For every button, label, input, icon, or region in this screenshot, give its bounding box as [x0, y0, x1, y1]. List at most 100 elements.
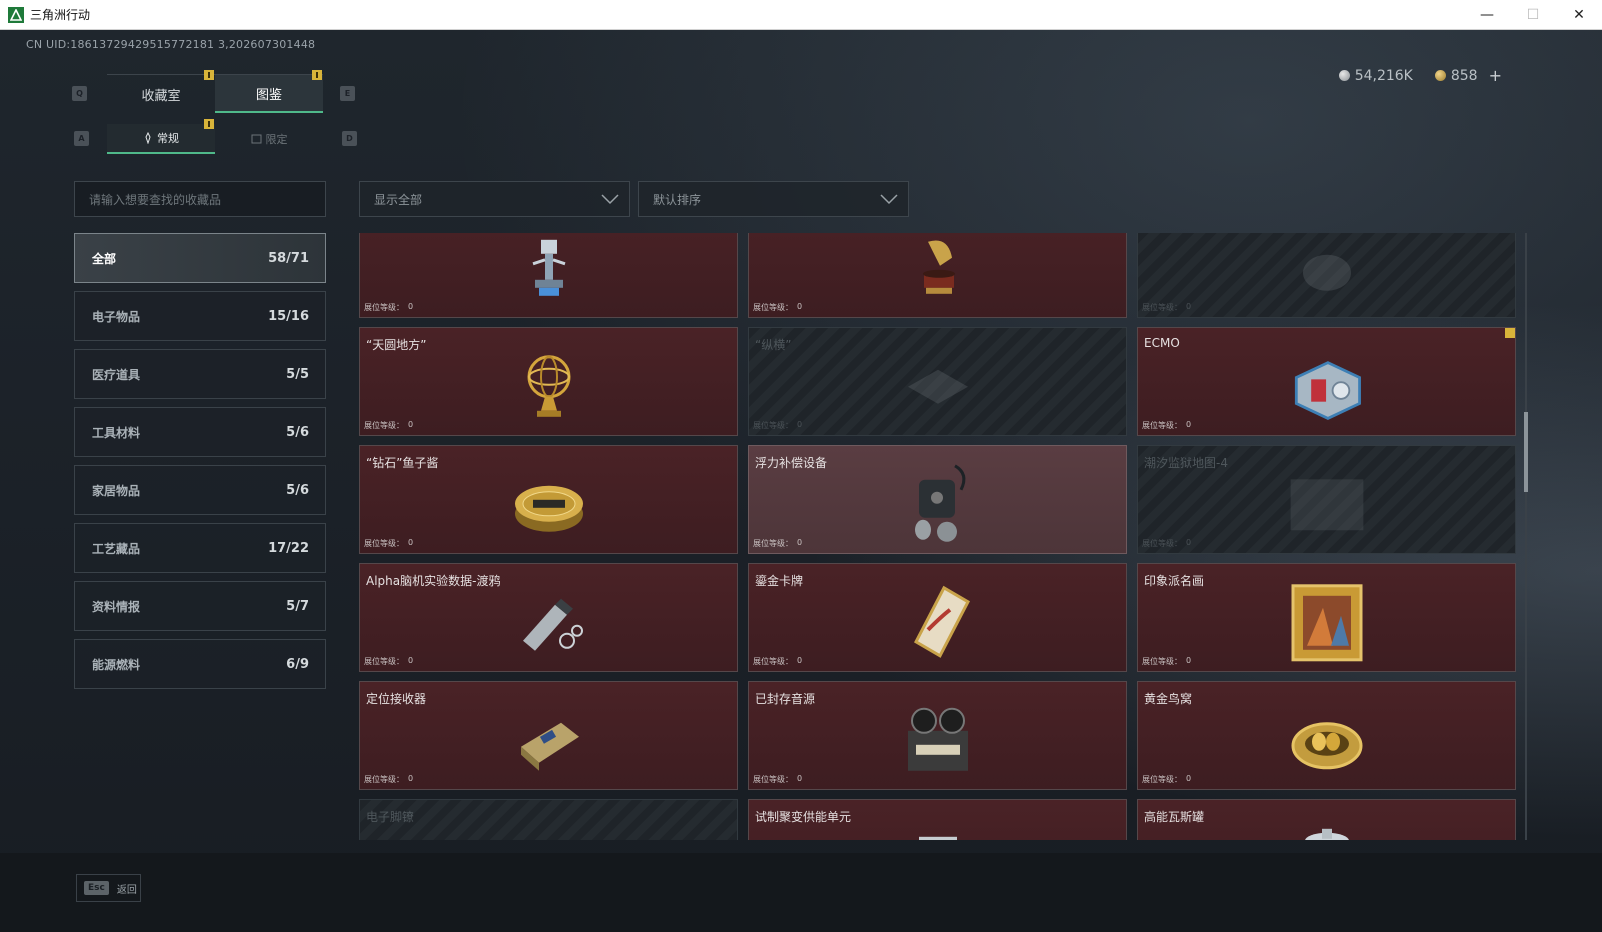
collection-card[interactable]: 展位等级： 0	[1137, 233, 1516, 318]
booth-level-label: 展位等级：	[1142, 657, 1182, 666]
silver-coin-icon	[1338, 70, 1350, 81]
tab-label: 图鉴	[255, 87, 282, 103]
collection-card[interactable]: “钻石”鱼子酱 展位等级： 0	[359, 445, 738, 554]
collection-card[interactable]: 已封存音源 展位等级： 0	[748, 681, 1127, 790]
booth-level: 展位等级： 0	[364, 302, 413, 313]
booth-level: 展位等级： 0	[364, 774, 413, 785]
category-intel[interactable]: 资料情报 5/7	[74, 581, 326, 631]
booth-level: 展位等级： 0	[753, 420, 802, 431]
collection-card[interactable]: 黄金鸟窝 展位等级： 0	[1137, 681, 1516, 790]
collection-card[interactable]: “天圆地方” 展位等级： 0	[359, 327, 738, 436]
category-crafts[interactable]: 工艺藏品 17/22	[74, 523, 326, 573]
scrollbar-thumb[interactable]	[1524, 412, 1528, 492]
gas-canister-icon	[1287, 818, 1367, 840]
collection-card[interactable]: 电子脚镣	[359, 799, 738, 840]
category-electronics[interactable]: 电子物品 15/16	[74, 291, 326, 341]
booth-level-label: 展位等级：	[1142, 421, 1182, 430]
booth-level-value: 0	[797, 538, 803, 547]
booth-level: 展位等级： 0	[753, 774, 802, 785]
collection-card[interactable]: 试制聚变供能单元	[748, 799, 1127, 840]
maximize-button[interactable]: ☐	[1510, 0, 1556, 30]
item-name: 定位接收器	[366, 692, 427, 706]
booth-level-label: 展位等级：	[1142, 303, 1182, 312]
booth-level: 展位等级： 0	[1142, 420, 1191, 431]
booth-level-value: 0	[797, 774, 803, 783]
tab-regular[interactable]: 常规	[107, 119, 215, 154]
fusion-unit-icon	[898, 818, 978, 840]
category-list: 全部 58/71 电子物品 15/16 医疗道具 5/5 工具材料 5/6 家居…	[74, 233, 326, 697]
category-household[interactable]: 家居物品 5/6	[74, 465, 326, 515]
booth-level-label: 展位等级：	[1142, 775, 1182, 784]
item-name: 电子脚镣	[366, 810, 415, 824]
category-medical[interactable]: 医疗道具 5/5	[74, 349, 326, 399]
back-button[interactable]: Esc 返回	[76, 874, 141, 902]
booth-level-label: 展位等级：	[753, 775, 793, 784]
item-name: Alpha脑机实验数据-渡鸦	[366, 574, 501, 588]
collection-card[interactable]: 展位等级： 0	[359, 233, 738, 318]
booth-level: 展位等级： 0	[364, 420, 413, 431]
tab-limited[interactable]: 限定	[215, 124, 323, 154]
collection-card[interactable]: 高能瓦斯罐	[1137, 799, 1516, 840]
collection-card[interactable]: 浮力补偿设备 展位等级： 0	[748, 445, 1127, 554]
caviar-tin-icon	[509, 464, 589, 544]
collection-card[interactable]: 定位接收器展位等级： 0	[359, 681, 738, 790]
collection-card[interactable]: “纵横” 展位等级： 0	[748, 327, 1127, 436]
booth-level: 展位等级： 0	[1142, 302, 1191, 313]
category-all[interactable]: 全部 58/71	[74, 233, 326, 283]
booth-level-value: 0	[1186, 774, 1192, 783]
tab-collection-room[interactable]: 收藏室	[107, 70, 215, 113]
category-energy[interactable]: 能源燃料 6/9	[74, 639, 326, 689]
sort-value: 默认排序	[653, 192, 702, 207]
currency-bar: 54,216K 858 +	[1338, 66, 1502, 85]
booth-level-label: 展位等级：	[364, 775, 404, 784]
category-label: 工具材料	[92, 425, 141, 440]
chessboard-icon	[898, 346, 978, 426]
category-label: 电子物品	[92, 309, 141, 324]
minimize-button[interactable]: —	[1464, 0, 1510, 30]
item-name: 潮汐监狱地图-4	[1144, 456, 1228, 470]
booth-level-value: 0	[797, 420, 803, 429]
painting-icon	[1287, 582, 1367, 662]
sort-dropdown[interactable]: 默认排序	[638, 181, 909, 217]
booth-level: 展位等级： 0	[1142, 656, 1191, 667]
add-currency-button[interactable]: +	[1489, 66, 1502, 85]
map-icon	[1287, 464, 1367, 544]
tab-codex[interactable]: 图鉴	[215, 70, 323, 113]
filter-dropdown[interactable]: 显示全部	[359, 181, 630, 217]
robot-icon	[509, 233, 589, 308]
item-name: 浮力补偿设备	[755, 456, 828, 470]
bottom-bar	[0, 853, 1602, 932]
window-titlebar: 三角洲行动 — ☐ ✕	[0, 0, 1602, 30]
gilded-card-icon	[898, 582, 978, 662]
booth-level-value: 0	[408, 420, 414, 429]
category-label: 工艺藏品	[92, 541, 141, 556]
key-hint-a: A	[74, 131, 89, 146]
category-count: 5/7	[286, 598, 309, 614]
collection-card[interactable]: 印象派名画展位等级： 0	[1137, 563, 1516, 672]
scrollbar-track[interactable]	[1525, 233, 1527, 840]
ankle-monitor-icon	[509, 818, 589, 840]
category-label: 资料情报	[92, 599, 141, 614]
collection-card[interactable]: 潮汐监狱地图-4 展位等级： 0	[1137, 445, 1516, 554]
booth-level-value: 0	[408, 302, 414, 311]
collection-card[interactable]: 鎏金卡牌 展位等级： 0	[748, 563, 1127, 672]
collection-grid: 展位等级： 0 展位等级： 0 展位等级： 0 “天圆地方” 展位等级： 0 “纵横” 展位等级： 0…	[359, 233, 1529, 840]
booth-level: 展位等级： 0	[753, 302, 802, 313]
item-name: 印象派名画	[1144, 574, 1205, 588]
collection-card[interactable]: 展位等级： 0	[748, 233, 1127, 318]
notification-marker-icon	[1505, 328, 1515, 338]
app-logo-icon	[8, 6, 24, 23]
category-tools[interactable]: 工具材料 5/6	[74, 407, 326, 457]
key-hint-q: Q	[72, 86, 87, 101]
booth-level: 展位等级： 0	[1142, 774, 1191, 785]
category-count: 58/71	[268, 250, 309, 266]
search-input[interactable]: 请输入想要查找的收藏品	[74, 181, 326, 217]
booth-level-value: 0	[408, 656, 414, 665]
chevron-down-icon	[880, 194, 898, 205]
item-name: “钻石”鱼子酱	[366, 456, 439, 470]
item-name: ECMO	[1144, 336, 1180, 350]
collection-card[interactable]: ECMO 展位等级： 0	[1137, 327, 1516, 436]
booth-level-label: 展位等级：	[753, 421, 793, 430]
collection-card[interactable]: Alpha脑机实验数据-渡鸦 展位等级： 0	[359, 563, 738, 672]
close-button[interactable]: ✕	[1556, 0, 1602, 30]
